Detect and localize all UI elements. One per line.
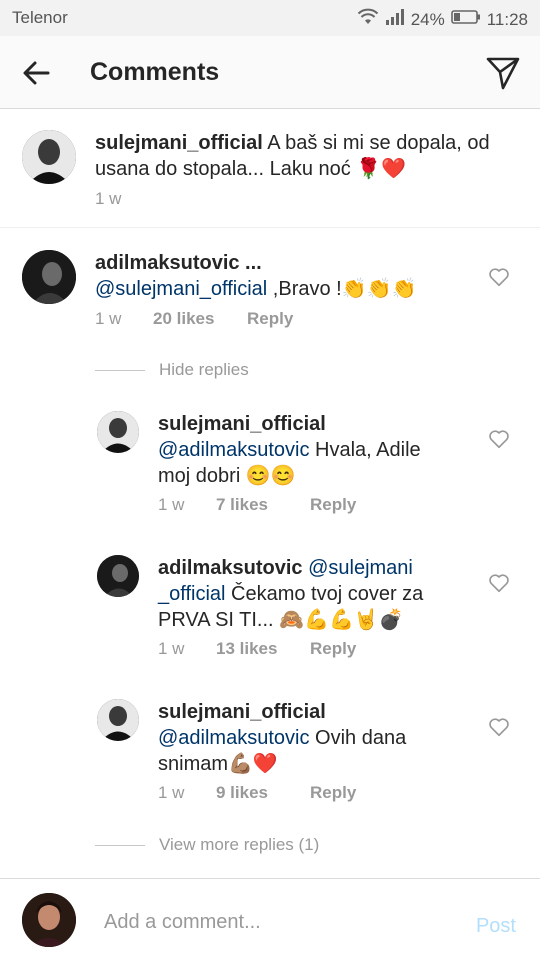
- clock: 11:28: [486, 9, 528, 29]
- reply-body-line2: snimam💪🏽❤️: [158, 753, 278, 775]
- reply-button[interactable]: Reply: [247, 309, 293, 329]
- reply-button[interactable]: Reply: [310, 783, 356, 803]
- avatar-sulejmani[interactable]: [97, 699, 139, 741]
- reply-mention[interactable]: @sulejmani: [308, 557, 413, 579]
- battery-icon: [450, 9, 481, 30]
- post-button[interactable]: Post: [476, 915, 516, 938]
- avatar-adilmaksutovic[interactable]: [97, 555, 139, 597]
- reply-username[interactable]: sulejmani_official: [158, 413, 326, 435]
- comment-time: 1 w: [95, 309, 122, 328]
- caption-text: sulejmani_official A baš si mi se dopala…: [95, 130, 515, 182]
- reply-meta: 1 w 7 likes Reply: [158, 495, 356, 515]
- signal-icon: [385, 8, 405, 31]
- reply-time: 1 w: [158, 639, 185, 658]
- comment-mention[interactable]: @sulejmani_official: [95, 278, 267, 300]
- like-heart-icon[interactable]: [488, 266, 510, 288]
- page-title: Comments: [90, 58, 220, 86]
- comment-body: ,Bravo !👏👏👏: [267, 278, 417, 300]
- app-bar: Comments: [0, 36, 540, 109]
- reply-likes[interactable]: 9 likes: [216, 783, 310, 803]
- view-more-replies[interactable]: View more replies (1): [95, 835, 319, 855]
- reply-button[interactable]: Reply: [310, 495, 356, 515]
- status-icons: 24% 11:28: [357, 8, 528, 31]
- wifi-icon: [357, 8, 379, 31]
- reply-mention[interactable]: @adilmaksutovic: [158, 727, 309, 749]
- carrier-name: Telenor: [12, 8, 68, 27]
- reply-username[interactable]: sulejmani_official: [158, 701, 326, 723]
- comment-text: adilmaksutovic ... @sulejmani_official ,…: [95, 250, 475, 302]
- comment-input[interactable]: Add a comment...: [104, 911, 261, 934]
- status-bar: Telenor 24% 11:28: [0, 0, 540, 36]
- reply-text: sulejmani_official @adilmaksutovic Hvala…: [158, 411, 478, 489]
- comment-meta: 1 w 20 likes Reply: [95, 309, 293, 329]
- avatar-sulejmani[interactable]: [22, 130, 76, 184]
- reply-mention-continued[interactable]: _official: [158, 583, 225, 605]
- divider-line: [95, 369, 145, 371]
- divider: [0, 227, 540, 228]
- comment-username[interactable]: adilmaksutovic ...: [95, 252, 262, 274]
- current-user-avatar: [22, 893, 76, 947]
- reply-meta: 1 w 9 likes Reply: [158, 783, 356, 803]
- reply-username[interactable]: adilmaksutovic: [158, 557, 303, 579]
- reply-button[interactable]: Reply: [310, 639, 356, 659]
- hide-replies-toggle[interactable]: Hide replies: [95, 360, 249, 380]
- reply-meta: 1 w 13 likes Reply: [158, 639, 356, 659]
- reply-time: 1 w: [158, 783, 185, 802]
- caption-meta: 1 w: [95, 189, 153, 209]
- reply-time: 1 w: [158, 495, 185, 514]
- caption-username[interactable]: sulejmani_official: [95, 132, 263, 154]
- like-heart-icon[interactable]: [488, 716, 510, 738]
- back-arrow-icon[interactable]: [20, 56, 54, 90]
- direct-send-icon[interactable]: [484, 54, 522, 92]
- reply-body-line1: Ovih dana: [309, 727, 407, 749]
- reply-body-line2: Čekamo tvoj cover za: [225, 583, 424, 605]
- reply-mention[interactable]: @adilmaksutovic: [158, 439, 309, 461]
- like-heart-icon[interactable]: [488, 572, 510, 594]
- caption-time: 1 w: [95, 189, 122, 208]
- reply-likes[interactable]: 13 likes: [216, 639, 310, 659]
- comment-composer: Add a comment... Post: [0, 878, 540, 961]
- view-more-replies-label: View more replies (1): [159, 835, 320, 854]
- hide-replies-label: Hide replies: [159, 360, 249, 379]
- reply-body-line2: moj dobri 😊😊: [158, 465, 296, 487]
- divider-line: [95, 844, 145, 846]
- avatar-adilmaksutovic[interactable]: [22, 250, 76, 304]
- reply-text: adilmaksutovic @sulejmani _official Čeka…: [158, 555, 478, 633]
- battery-percent: 24%: [410, 9, 445, 29]
- reply-text: sulejmani_official @adilmaksutovic Ovih …: [158, 699, 478, 777]
- avatar-sulejmani[interactable]: [97, 411, 139, 453]
- comment-likes[interactable]: 20 likes: [153, 309, 247, 329]
- reply-body-line3: PRVA SI TI... 🙈💪💪🤘💣: [158, 609, 404, 631]
- reply-body-line1: Hvala, Adile: [309, 439, 421, 461]
- reply-likes[interactable]: 7 likes: [216, 495, 310, 515]
- like-heart-icon[interactable]: [488, 428, 510, 450]
